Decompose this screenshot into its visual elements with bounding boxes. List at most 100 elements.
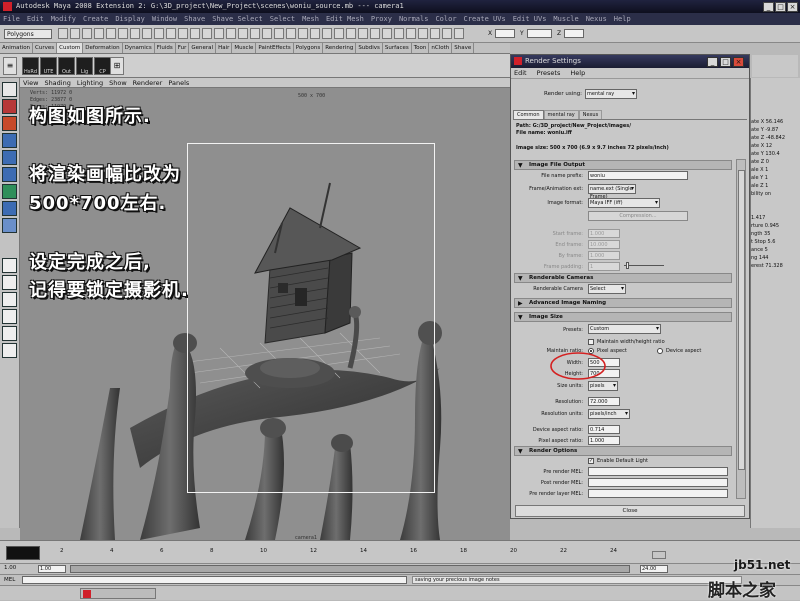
camera-attr-row[interactable]: erest 71.328	[751, 262, 800, 270]
tab-nexus[interactable]: Nexus	[578, 110, 603, 119]
status-line-icon[interactable]	[250, 28, 260, 39]
status-line-icon[interactable]	[406, 28, 416, 39]
camera-attr-row[interactable]: ngth 35	[751, 230, 800, 238]
z-field[interactable]	[564, 29, 584, 38]
scale-tool-icon[interactable]	[2, 167, 17, 182]
shelf-tab-fluids[interactable]: Fluids	[155, 43, 176, 53]
file-name-prefix-field[interactable]: woniu	[588, 171, 688, 180]
tab-common[interactable]: Common	[513, 110, 544, 119]
universal-manipulator-icon[interactable]	[2, 184, 17, 199]
status-line-icon[interactable]	[58, 28, 68, 39]
status-line-icon[interactable]	[442, 28, 452, 39]
channel-row[interactable]: ale Z 1	[751, 182, 800, 190]
device-aspect-radio[interactable]	[657, 348, 663, 354]
rs-menu-presets[interactable]: Presets	[537, 69, 561, 77]
shelf-tab-hair[interactable]: Hair	[216, 43, 233, 53]
status-line-icon[interactable]	[166, 28, 176, 39]
shelf-tab-animation[interactable]: Animation	[0, 43, 34, 53]
panel-menu-lighting[interactable]: Lighting	[77, 79, 103, 87]
section-renderable-cameras[interactable]: ▼ Renderable Cameras	[514, 273, 732, 283]
frame-padding-slider[interactable]	[624, 265, 664, 266]
status-line-icon[interactable]	[190, 28, 200, 39]
show-manipulator-icon[interactable]	[2, 218, 17, 233]
shelf-tab-fur[interactable]: Fur	[176, 43, 190, 53]
panel-menu-show[interactable]: Show	[109, 79, 127, 87]
section-image-size[interactable]: ▼ Image Size	[514, 312, 732, 322]
persp-graph-hypergraph-layout-icon[interactable]	[2, 343, 17, 358]
menu-display[interactable]: Display	[115, 15, 145, 23]
pre-render-mel-field[interactable]	[588, 467, 728, 476]
end-frame-field[interactable]: 10.000	[588, 240, 620, 249]
status-line-icon[interactable]	[298, 28, 308, 39]
move-tool-icon[interactable]	[2, 133, 17, 148]
panel-menu-shading[interactable]: Shading	[44, 79, 70, 87]
tab-mental-ray[interactable]: mental ray	[543, 110, 579, 119]
channel-row[interactable]: ale Y 1	[751, 174, 800, 182]
rs-minimize-button[interactable]: _	[707, 56, 718, 67]
device-aspect-field[interactable]: 0.714	[588, 425, 620, 434]
shelf-tab-shave[interactable]: Shave	[452, 43, 475, 53]
rotate-tool-icon[interactable]	[2, 150, 17, 165]
mel-input[interactable]	[22, 576, 407, 584]
menu-shave-select[interactable]: Shave Select	[212, 15, 263, 23]
status-line-icon[interactable]	[82, 28, 92, 39]
frame-anim-ext-dropdown[interactable]: name.ext (Single Frame)	[588, 184, 636, 200]
menu-edit-uvs[interactable]: Edit UVs	[513, 15, 547, 23]
shelf-tab-painteffects[interactable]: PaintEffects	[256, 43, 294, 53]
status-line-icon[interactable]	[334, 28, 344, 39]
camera-attr-row[interactable]: ng 144	[751, 254, 800, 262]
rs-menu-edit[interactable]: Edit	[514, 69, 527, 77]
minimize-button[interactable]: _	[763, 1, 774, 12]
by-frame-field[interactable]: 1.000	[588, 251, 620, 260]
shelf-tab-toon[interactable]: Toon	[412, 43, 430, 53]
menu-window[interactable]: Window	[152, 15, 177, 23]
status-line-icon[interactable]	[382, 28, 392, 39]
status-line-icon[interactable]	[94, 28, 104, 39]
range-start-field-2[interactable]: 1.00	[38, 565, 66, 573]
resolution-field[interactable]: 72.000	[588, 397, 620, 406]
single-perspective-layout-icon[interactable]	[2, 258, 17, 273]
grid-icon[interactable]: ⊞	[110, 57, 124, 75]
shelf-tab-ncloth[interactable]: nCloth	[429, 43, 453, 53]
size-units-dropdown[interactable]: pixels	[588, 381, 618, 391]
menu-shave[interactable]: Shave	[184, 15, 205, 23]
menu-create-uvs[interactable]: Create UVs	[464, 15, 506, 23]
menu-edit[interactable]: Edit	[27, 15, 44, 23]
four-view-layout-icon[interactable]	[2, 275, 17, 290]
y-field[interactable]	[527, 29, 552, 38]
status-line-icon[interactable]	[238, 28, 248, 39]
menu-nexus[interactable]: Nexus	[586, 15, 607, 23]
shelf-tab-subdivs[interactable]: Subdivs	[356, 43, 383, 53]
pixel-aspect-field[interactable]: 1.000	[588, 436, 620, 445]
status-line-icon[interactable]	[106, 28, 116, 39]
menu-muscle[interactable]: Muscle	[553, 15, 578, 23]
menu-proxy[interactable]: Proxy	[371, 15, 392, 23]
status-line-icon[interactable]	[310, 28, 320, 39]
paint-select-tool-icon[interactable]	[2, 116, 17, 131]
compression-button[interactable]: Compression...	[588, 211, 688, 221]
camera-attr-row[interactable]: ance 5	[751, 246, 800, 254]
camera-attr-row[interactable]: 1.417	[751, 214, 800, 222]
menu-help[interactable]: Help	[614, 15, 631, 23]
frame-padding-field[interactable]: 1	[588, 262, 620, 271]
frame-padding-slider-handle[interactable]	[626, 262, 629, 269]
status-line-icon[interactable]	[274, 28, 284, 39]
menu-mesh[interactable]: Mesh	[302, 15, 319, 23]
status-line-icon[interactable]	[214, 28, 224, 39]
menu-modify[interactable]: Modify	[51, 15, 76, 23]
select-tool-icon[interactable]	[2, 82, 17, 97]
lasso-tool-icon[interactable]	[2, 99, 17, 114]
section-advanced-image-naming[interactable]: ▶ Advanced Image Naming	[514, 298, 732, 308]
menu-select[interactable]: Select	[270, 15, 295, 23]
image-format-dropdown[interactable]: Maya IFF (iff)	[588, 198, 660, 208]
shelf-button-cp[interactable]: CP	[94, 57, 111, 75]
menu-create[interactable]: Create	[83, 15, 108, 23]
range-slider-bar[interactable]	[70, 565, 630, 573]
status-line-icon[interactable]	[394, 28, 404, 39]
status-line-icon[interactable]	[70, 28, 80, 39]
status-line-icon[interactable]	[418, 28, 428, 39]
status-line-icon[interactable]	[430, 28, 440, 39]
channel-row[interactable]: ate Y 130.4	[751, 150, 800, 158]
camera-attr-row[interactable]: rture 0.945	[751, 222, 800, 230]
x-field[interactable]	[495, 29, 515, 38]
